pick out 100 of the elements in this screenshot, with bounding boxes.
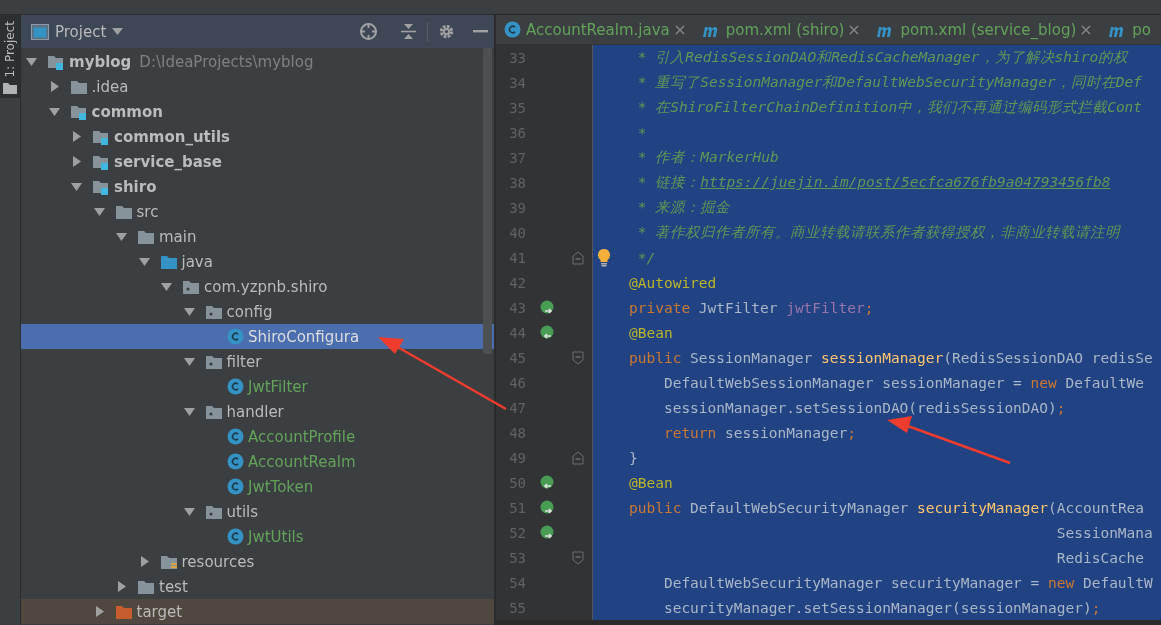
tree-item[interactable]: AccountRealm <box>21 449 494 474</box>
expanded-arrow-icon[interactable] <box>47 105 61 118</box>
folder-icon <box>69 78 88 95</box>
code-line: } <box>629 449 638 466</box>
expanded-arrow-icon[interactable] <box>92 205 106 218</box>
expanded-arrow-icon[interactable] <box>25 55 38 68</box>
tree-item[interactable]: test <box>21 574 494 599</box>
tree-item[interactable]: handler <box>21 399 494 424</box>
tree-item-label: handler <box>226 402 284 421</box>
code-line: * 重写了SessionManager和DefaultWebSecurityManager，同时在Def <box>636 73 1142 92</box>
tree-item[interactable]: com.yzpnb.shiro <box>21 274 494 299</box>
code-line: @Bean <box>629 474 673 491</box>
lightbulb-icon[interactable] <box>597 248 611 267</box>
tree-item-label: JwtFilter <box>248 377 308 396</box>
project-tool-tab[interactable]: 1: Project <box>0 15 20 98</box>
tree-item[interactable]: target <box>21 599 494 624</box>
fold-marker-icon[interactable] <box>572 350 584 365</box>
tree-item-label: JwtUtils <box>248 527 304 546</box>
tree-item[interactable]: utils <box>21 499 494 524</box>
tree-item[interactable]: service_base <box>21 149 494 174</box>
tree-item[interactable]: JwtFilter <box>21 374 494 399</box>
tree-item[interactable]: shiro <box>21 174 494 199</box>
crosshair-icon[interactable] <box>359 22 378 41</box>
tree-item-label: AccountProfile <box>248 427 356 446</box>
tree-item[interactable]: .idea <box>21 74 494 99</box>
code-line: * 著作权归作者所有。商业转载请联系作者获得授权，非商业转载请注明 <box>636 223 1121 242</box>
code-line: DefaultWebSessionManager sessionManager = new DefaultWe <box>662 374 1145 391</box>
collapsed-arrow-icon[interactable] <box>115 580 128 593</box>
close-icon[interactable] <box>674 24 685 35</box>
class-icon <box>227 328 244 345</box>
fold-marker-icon[interactable] <box>572 550 584 565</box>
tree-item[interactable]: src <box>21 199 494 224</box>
tree-item-label: config <box>226 302 273 321</box>
fold-marker-icon[interactable] <box>572 450 584 465</box>
fold-marker-icon[interactable] <box>572 250 584 265</box>
code-line: public DefaultWebSecurityManager securityManager(AccountRea <box>629 499 1145 516</box>
code-line: * <box>636 124 647 141</box>
window-icon <box>31 23 49 40</box>
tree-item-label: shiro <box>114 177 157 196</box>
class-icon <box>227 378 244 395</box>
tree-item[interactable]: common_utils <box>21 124 494 149</box>
collapsed-arrow-icon[interactable] <box>70 155 83 168</box>
tree-item[interactable]: JwtUtils <box>21 524 494 549</box>
editor-tab[interactable]: AccountRealm.java <box>496 15 693 44</box>
package-icon <box>182 278 200 295</box>
close-icon[interactable] <box>1081 24 1092 35</box>
code-line: @Bean <box>629 324 673 341</box>
code-line: * 引入RedisSessionDAO和RedisCacheManager，为了解决shiro的权 <box>636 48 1129 67</box>
code-line: * 链接：https://juejin.im/post/5ecfca676fb9a04793456fb8 <box>636 173 1111 192</box>
editor-tab[interactable]: pom.xml (service_blog) <box>867 15 1100 44</box>
expanded-arrow-icon[interactable] <box>115 230 128 243</box>
scrollbar-thumb[interactable] <box>483 48 492 354</box>
module-folder-icon <box>69 103 88 120</box>
tab-label: pom.xml (shiro) <box>725 20 845 39</box>
folder-icon <box>137 578 155 595</box>
tree-item-label: main <box>159 227 197 246</box>
tree-item[interactable]: resources <box>21 549 494 574</box>
code-line: DefaultWebSecurityManager securityManager = new DefaultW <box>662 574 1153 591</box>
tree-item-label: common_utils <box>114 127 230 146</box>
expanded-arrow-icon[interactable] <box>70 180 83 193</box>
tree-item-label: service_base <box>114 152 222 171</box>
collapse-all-icon[interactable] <box>400 23 417 40</box>
tree-item[interactable]: JwtToken <box>21 474 494 499</box>
package-icon <box>204 403 223 420</box>
tree-item-label: test <box>159 577 188 596</box>
tree-item[interactable]: ShiroConfigura <box>21 324 494 349</box>
tree-item[interactable]: main <box>21 224 494 249</box>
tree-item-label: .idea <box>91 77 129 96</box>
tree-item[interactable]: filter <box>21 349 494 374</box>
folder-icon <box>137 228 155 245</box>
settings-icon[interactable] <box>438 23 455 40</box>
editor-tab[interactable]: pom.xml (shiro) <box>692 15 868 44</box>
tree-item-label: myblog <box>69 52 132 71</box>
close-icon[interactable] <box>849 24 860 35</box>
tree-item[interactable]: java <box>21 249 494 274</box>
tree-item-label: target <box>136 602 183 621</box>
package-icon <box>204 353 223 370</box>
expanded-arrow-icon[interactable] <box>182 405 196 418</box>
tree-item[interactable]: myblog D:\IdeaProjects\myblog <box>21 49 494 74</box>
code-line: public SessionManager sessionManager(RedisSessionDAO redisSe <box>629 349 1153 366</box>
expanded-arrow-icon[interactable] <box>182 305 196 318</box>
module-folder-icon <box>92 178 110 195</box>
code-line: RedisCache <box>1055 549 1145 566</box>
tree-item-label: java <box>181 252 213 271</box>
code-line: @Autowired <box>629 274 717 291</box>
dropdown-caret-icon[interactable] <box>112 28 124 35</box>
expanded-arrow-icon[interactable] <box>182 355 196 368</box>
expanded-arrow-icon[interactable] <box>160 280 173 293</box>
editor-tab[interactable]: po <box>1099 15 1159 44</box>
expanded-arrow-icon[interactable] <box>137 255 151 268</box>
tree-item[interactable]: AccountProfile <box>21 424 494 449</box>
code-line: private JwtFilter jwtFilter; <box>629 299 874 316</box>
panel-title[interactable]: Project <box>55 22 107 41</box>
expanded-arrow-icon[interactable] <box>182 505 196 518</box>
tree-item[interactable]: config <box>21 299 494 324</box>
tree-item-label: com.yzpnb.shiro <box>204 277 328 296</box>
tree-item[interactable]: common <box>21 99 494 124</box>
link[interactable]: https://juejin.im/post/5ecfca676fb9a04793456fb8 <box>700 174 1111 190</box>
collapsed-arrow-icon[interactable] <box>70 130 83 143</box>
package-icon <box>204 503 223 520</box>
